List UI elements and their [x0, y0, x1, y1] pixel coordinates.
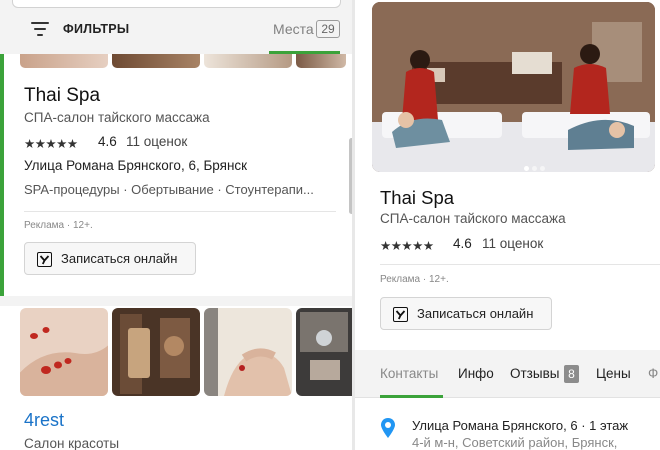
divider [24, 211, 336, 212]
carousel-dots[interactable] [524, 158, 548, 172]
places-count-badge: 29 [316, 20, 340, 38]
place-detail-panel: Thai Spa СПА-салон тайского массажа ★★★★… [355, 0, 660, 450]
book-online-label: Записаться онлайн [417, 306, 534, 321]
filters-button[interactable]: ФИЛЬТРЫ [63, 22, 129, 36]
reviews-count[interactable]: 11 оценок [482, 236, 543, 251]
yandex-y-icon [37, 252, 52, 267]
yandex-y-icon [393, 307, 408, 322]
book-online-label: Записаться онлайн [61, 251, 178, 266]
rating-value: 4.6 [453, 236, 472, 251]
reviews-count[interactable]: 11 оценок [126, 134, 187, 149]
search-box-edge[interactable] [12, 0, 341, 8]
photo-thumbnail[interactable] [20, 308, 108, 396]
ad-label: Реклама · 12+. [24, 220, 93, 231]
photo-thumbnail[interactable] [20, 54, 108, 68]
tab-info[interactable]: Инфо [458, 366, 494, 381]
place-district: 4-й м-н, Советский район, Брянск, [412, 435, 618, 450]
photo-thumbnail[interactable] [296, 308, 352, 396]
photo-thumbnail[interactable] [204, 308, 292, 396]
result-services: SPA-процедуры · Обертывание · Стоунтерап… [24, 182, 314, 197]
photo-thumbnail[interactable] [296, 54, 346, 68]
result-category: Салон красоты [24, 436, 120, 450]
rating-value: 4.6 [98, 134, 117, 149]
photo-thumbnail[interactable] [112, 308, 200, 396]
tab-contacts-underline [380, 395, 443, 398]
detail-tabs: Контакты Инфо Отзывы 8 Цены Ф [355, 350, 660, 398]
place-photo-carousel[interactable] [372, 2, 655, 172]
book-online-button[interactable]: Записаться онлайн [24, 242, 196, 275]
tab-prices[interactable]: Цены [596, 366, 631, 381]
place-address: Улица Романа Брянского, 6 · 1 этаж [412, 418, 629, 433]
result-card-thai-spa[interactable]: Thai Spa СПА-салон тайского массажа ★★★★… [0, 54, 352, 296]
tab-places[interactable]: Места [273, 21, 314, 37]
result-title[interactable]: Thai Spa [24, 85, 100, 107]
ad-label: Реклама · 12+. [380, 274, 449, 285]
map-pin-icon [381, 418, 395, 438]
place-category: СПА-салон тайского массажа [380, 211, 566, 226]
card-separator [0, 296, 352, 306]
selected-accent-bar [0, 54, 4, 296]
tab-reviews[interactable]: Отзывы [510, 366, 559, 381]
book-online-button[interactable]: Записаться онлайн [380, 297, 552, 330]
result-card-4rest[interactable]: 4rest Салон красоты [0, 306, 352, 450]
tab-contacts[interactable]: Контакты [380, 366, 438, 381]
rating-stars-icon: ★★★★★ [24, 137, 78, 151]
tab-photos[interactable]: Ф [648, 366, 658, 381]
rating-stars-icon: ★★★★★ [380, 239, 434, 253]
photo-thumbnail[interactable] [204, 54, 292, 68]
results-scrollbar[interactable] [349, 138, 352, 214]
filter-lines-icon[interactable] [31, 22, 49, 36]
result-title[interactable]: 4rest [24, 410, 64, 431]
result-category: СПА-салон тайского массажа [24, 110, 210, 125]
results-panel: ФИЛЬТРЫ Места 29 Thai Spa СПА-салон тайс… [0, 0, 352, 450]
filter-bar: ФИЛЬТРЫ Места 29 [0, 0, 352, 54]
reviews-count-badge: 8 [564, 365, 579, 383]
place-title: Thai Spa [380, 187, 455, 208]
photo-thumbnail[interactable] [112, 54, 200, 68]
result-address: Улица Романа Брянского, 6, Брянск [24, 158, 248, 173]
divider [380, 264, 660, 265]
